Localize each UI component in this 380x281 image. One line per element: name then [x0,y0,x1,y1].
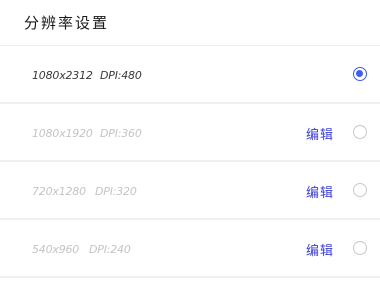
page-title: 分辨率设置 [24,14,110,32]
edit-button[interactable]: 编辑 [306,240,334,259]
resolution-value: 1080x1920 [32,127,93,140]
radio-button-selected[interactable] [353,67,367,81]
radio-button[interactable] [353,183,367,197]
radio-button[interactable] [353,125,367,139]
resolution-settings-page: 分辨率设置 1080x2312 DPI:480 1080x1920 DPI:36… [0,0,380,281]
edit-button[interactable]: 编辑 [306,124,334,143]
resolution-option-1080x1920[interactable]: 1080x1920 DPI:360 编辑 [0,106,380,162]
resolution-value: 1080x2312 [32,69,93,82]
edit-button[interactable]: 编辑 [306,182,334,201]
resolution-value: 540x960 [32,243,80,256]
radio-button[interactable] [353,241,367,255]
title-bar: 分辨率设置 [0,0,380,46]
dpi-value: DPI:320 [95,185,137,198]
dpi-value: DPI:360 [100,127,142,140]
resolution-value: 720x1280 [32,185,86,198]
dpi-value: DPI:480 [100,69,142,82]
dpi-value: DPI:240 [89,243,131,256]
resolution-option-540x960[interactable]: 540x960 DPI:240 编辑 [0,222,380,278]
resolution-option-1080x2312[interactable]: 1080x2312 DPI:480 [0,48,380,104]
resolution-option-720x1280[interactable]: 720x1280 DPI:320 编辑 [0,164,380,220]
